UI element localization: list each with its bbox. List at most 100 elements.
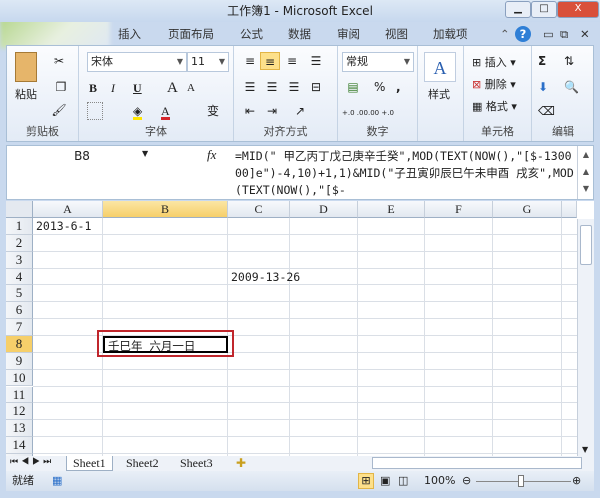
align-center-icon[interactable]: ☰	[262, 78, 282, 96]
row-header-4[interactable]: 4	[6, 268, 33, 286]
worksheet-grid[interactable]: ABCDEFG1234567891011121314152013-6-12009…	[6, 201, 594, 456]
paste-button[interactable]: 粘贴	[15, 86, 37, 102]
row-header-6[interactable]: 6	[6, 302, 33, 320]
tab-addins[interactable]: 加载项	[433, 24, 468, 44]
sheet-tab-2[interactable]: Sheet2	[120, 456, 165, 471]
currency-icon[interactable]: ▤	[344, 78, 362, 96]
increase-indent-icon[interactable]: ⇥	[262, 102, 282, 120]
tab-view[interactable]: 视图	[385, 24, 408, 44]
column-header-a[interactable]: A	[33, 201, 103, 218]
select-all-button[interactable]	[6, 201, 33, 218]
delete-cells-button[interactable]: ⊠ 删除 ▾	[472, 76, 516, 92]
sheet-nav-icons[interactable]: ⏮◀▶⏭	[10, 456, 54, 467]
row-header-3[interactable]: 3	[6, 251, 33, 269]
normal-view-icon[interactable]: ⊞	[358, 473, 374, 489]
insert-cells-button[interactable]: ⊞ 插入 ▾	[472, 54, 516, 70]
formula-input[interactable]: =MID(" 甲乙丙丁戊己庚辛壬癸",MOD(TEXT(NOW(),"[$-13…	[235, 148, 575, 199]
row-header-8[interactable]: 8	[6, 335, 33, 353]
help-icon[interactable]: ?	[515, 26, 531, 42]
cut-icon[interactable]: ✂	[51, 52, 67, 70]
copy-icon[interactable]: ❐	[51, 78, 71, 96]
align-left-icon[interactable]: ☰	[240, 78, 260, 96]
column-header-b[interactable]: B	[103, 201, 228, 218]
formula-scroll[interactable]: ▲ ▲ ▼	[577, 146, 594, 199]
sheet-tab-1[interactable]: Sheet1	[66, 456, 113, 471]
tab-page-layout[interactable]: 页面布局	[168, 24, 214, 44]
italic-button[interactable]: I	[111, 79, 115, 97]
fill-color-icon[interactable]: ◈	[133, 102, 143, 120]
row-header-11[interactable]: 11	[6, 386, 33, 404]
insert-sheet-icon[interactable]: ✚	[230, 456, 252, 471]
row-header-13[interactable]: 13	[6, 420, 33, 438]
percent-button[interactable]: %	[374, 78, 385, 96]
align-bottom-icon[interactable]: ≡	[282, 52, 302, 70]
align-right-icon[interactable]: ☰	[284, 78, 304, 96]
paste-icon[interactable]	[15, 52, 37, 82]
format-cells-button[interactable]: ▦ 格式 ▾	[472, 98, 517, 114]
name-box[interactable]: B8	[7, 146, 157, 166]
comma-button[interactable]: ,	[396, 78, 401, 96]
insert-function-button[interactable]: fx	[207, 147, 216, 163]
name-box-dropdown-icon[interactable]: ▼	[142, 149, 148, 158]
page-break-view-icon[interactable]: ◫	[398, 471, 408, 491]
sort-filter-icon[interactable]: ⇅	[564, 52, 574, 70]
align-middle-icon[interactable]: ≡	[260, 52, 280, 70]
phonetic-button[interactable]: 变	[207, 102, 219, 120]
row-header-5[interactable]: 5	[6, 285, 33, 303]
sheet-tab-3[interactable]: Sheet3	[174, 456, 219, 471]
row-header-9[interactable]: 9	[6, 352, 33, 370]
merge-center-icon[interactable]: ⊟	[306, 78, 326, 96]
bold-button[interactable]: B	[89, 79, 97, 97]
page-layout-view-icon[interactable]: ▣	[380, 471, 390, 491]
styles-button[interactable]: 样式	[428, 86, 450, 102]
decrease-decimal-button[interactable]: .00 +.0	[368, 104, 394, 122]
column-header-c[interactable]: C	[228, 201, 290, 218]
orientation-icon[interactable]: ↗	[290, 102, 310, 120]
row-header-12[interactable]: 12	[6, 403, 33, 421]
row-header-2[interactable]: 2	[6, 234, 33, 252]
row-header-7[interactable]: 7	[6, 319, 33, 336]
tab-data[interactable]: 数据	[288, 24, 311, 44]
zoom-out-icon[interactable]: ⊖	[462, 471, 471, 491]
column-header-g[interactable]: G	[493, 201, 562, 218]
cell-a1[interactable]: 2013-6-1	[33, 218, 91, 235]
shrink-font-button[interactable]: A	[187, 79, 195, 97]
row-header-10[interactable]: 10	[6, 369, 33, 387]
decrease-indent-icon[interactable]: ⇤	[240, 102, 260, 120]
tab-formulas[interactable]: 公式	[240, 24, 263, 44]
row-header-14[interactable]: 14	[6, 437, 33, 454]
zoom-in-icon[interactable]: ⊕	[572, 471, 581, 491]
vertical-scrollbar[interactable]: ▼	[577, 219, 594, 456]
align-top-icon[interactable]: ≡	[240, 52, 260, 70]
font-name-select[interactable]: 宋体 ▼	[87, 52, 187, 72]
tab-review[interactable]: 审阅	[337, 24, 360, 44]
minimize-button[interactable]: ▁	[505, 1, 531, 18]
styles-icon[interactable]: A	[424, 52, 456, 82]
column-header-d[interactable]: D	[290, 201, 358, 218]
tab-insert[interactable]: 插入	[118, 24, 141, 44]
borders-icon[interactable]	[87, 102, 103, 120]
close-button[interactable]: X	[557, 1, 599, 18]
autosum-button[interactable]: Σ	[538, 52, 546, 70]
clear-icon[interactable]: ⌫	[538, 102, 555, 120]
column-header-e[interactable]: E	[358, 201, 425, 218]
format-painter-icon[interactable]: 🖌	[51, 101, 67, 119]
font-color-button[interactable]: A	[161, 102, 170, 120]
increase-decimal-button[interactable]: +.0 .00	[342, 104, 368, 122]
zoom-level[interactable]: 100%	[424, 471, 455, 491]
macro-record-icon[interactable]: ▦	[52, 471, 62, 491]
doc-minimize-icon[interactable]: ▭	[543, 24, 554, 44]
underline-button[interactable]: U	[133, 79, 142, 97]
doc-restore-icon[interactable]: ⧉	[560, 24, 568, 44]
wrap-text-icon[interactable]: ☰	[306, 52, 326, 70]
fill-icon[interactable]: ⬇	[538, 78, 548, 96]
font-size-select[interactable]: 11 ▼	[187, 52, 229, 72]
scroll-thumb[interactable]	[580, 225, 592, 265]
zoom-slider-thumb[interactable]	[518, 475, 524, 487]
doc-close-icon[interactable]: ✕	[580, 24, 590, 44]
row-header-1[interactable]: 1	[6, 218, 33, 235]
collapse-ribbon-icon[interactable]: ⌃	[500, 24, 510, 44]
number-format-select[interactable]: 常规 ▼	[342, 52, 414, 72]
find-select-icon[interactable]: 🔍	[564, 78, 579, 96]
column-header-f[interactable]: F	[425, 201, 493, 218]
